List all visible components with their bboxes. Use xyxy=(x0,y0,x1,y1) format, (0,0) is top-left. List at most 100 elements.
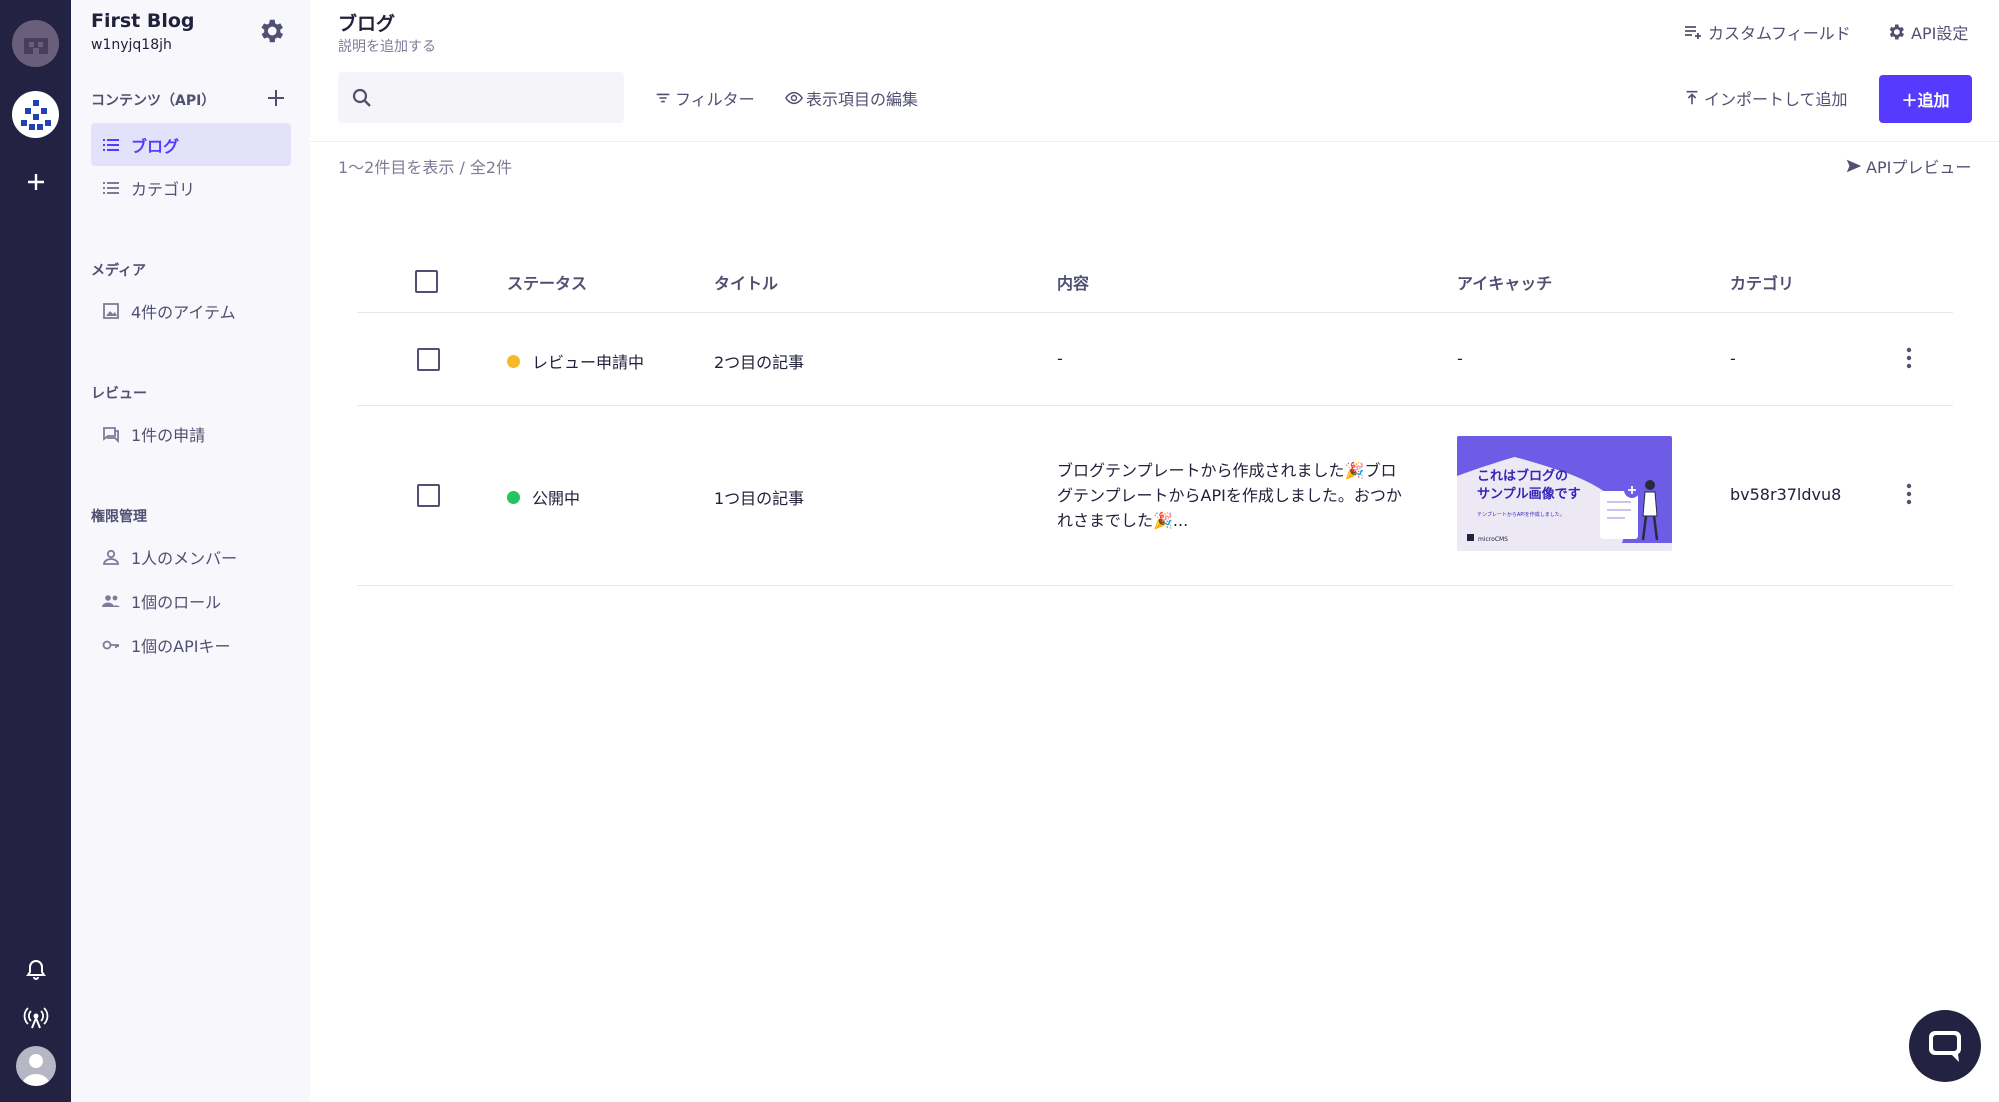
eyecatch-thumbnail[interactable]: これはブログの サンプル画像です テンプレートからAPIを作成しました。 mic… xyxy=(1457,436,1672,551)
status-dot xyxy=(507,490,520,504)
table-header: ステータス タイトル 内容 アイキャッチ カテゴリ xyxy=(357,248,1953,313)
person-icon xyxy=(103,549,119,565)
content-table: ステータス タイトル 内容 アイキャッチ カテゴリ レビュー申請中 2つ目の記事… xyxy=(357,248,1953,586)
api-preview-button[interactable]: APIプレビュー xyxy=(1845,154,1971,178)
column-header-status[interactable]: ステータス xyxy=(507,270,587,294)
column-header-content[interactable]: 内容 xyxy=(1057,270,1089,294)
title-cell: 2つ目の記事 xyxy=(714,353,805,372)
search-box xyxy=(338,72,624,123)
sidebar-item-label: ブログ xyxy=(131,136,180,156)
api-settings-link[interactable]: API設定 xyxy=(1886,20,1968,44)
section-contents-label: コンテンツ（API） xyxy=(91,93,216,109)
key-icon xyxy=(102,640,119,649)
chat-bubble-icon xyxy=(1929,1031,1961,1062)
header-divider xyxy=(310,141,1999,142)
sidebar-item-review[interactable]: 1件の申請 xyxy=(91,412,291,455)
import-button[interactable]: インポートして追加 xyxy=(1683,86,1848,110)
table-row[interactable]: レビュー申請中 2つ目の記事 - - - xyxy=(357,313,1953,406)
workspace-avatar-2[interactable] xyxy=(12,91,59,138)
section-review-label: レビュー xyxy=(91,386,147,402)
sidebar-item-members[interactable]: 1人のメンバー xyxy=(91,535,291,578)
sidebar-item-blog[interactable]: ブログ xyxy=(91,123,291,166)
status-cell: レビュー申請中 xyxy=(507,349,644,373)
add-content-button[interactable]: ＋追加 xyxy=(1879,75,1972,123)
project-title: First Blog xyxy=(91,10,195,32)
title-cell: 1つ目の記事 xyxy=(714,489,805,508)
eyecatch-heading-1: これはブログの xyxy=(1477,468,1568,484)
image-icon xyxy=(103,302,119,319)
chat-support-button[interactable] xyxy=(1909,1010,1981,1082)
filter-button[interactable]: フィルター xyxy=(654,86,755,110)
eyecatch-heading-2: サンプル画像です xyxy=(1477,486,1581,502)
content-cell: - xyxy=(1057,349,1063,368)
api-settings-label: API設定 xyxy=(1911,24,1969,43)
search-icon xyxy=(352,88,371,107)
content-cell: ブログテンプレートから作成されました🎉ブログテンプレートからAPIを作成しました… xyxy=(1057,461,1402,530)
sidebar-item-label: 1個のロール xyxy=(131,592,222,612)
status-label: レビュー申請中 xyxy=(532,353,645,372)
more-vert-icon[interactable] xyxy=(1905,482,1913,506)
eyecatch-image: これはブログの サンプル画像です テンプレートからAPIを作成しました。 mic… xyxy=(1457,436,1672,551)
sidebar-item-label: 1人のメンバー xyxy=(131,548,238,568)
eye-icon xyxy=(785,91,803,105)
filter-icon xyxy=(656,93,670,103)
column-header-eyecatch[interactable]: アイキャッチ xyxy=(1457,270,1552,294)
sidebar-item-label: 1個のAPIキー xyxy=(131,636,231,656)
edit-columns-button[interactable]: 表示項目の編集 xyxy=(785,86,918,110)
column-header-title[interactable]: タイトル xyxy=(714,270,778,294)
eyecatch-cell: - xyxy=(1457,349,1463,368)
category-cell: - xyxy=(1730,349,1736,368)
send-icon xyxy=(1846,159,1862,173)
api-preview-label: APIプレビュー xyxy=(1866,158,1972,177)
table-row[interactable]: 公開中 1つ目の記事 ブログテンプレートから作成されました🎉ブログテンプレートか… xyxy=(357,406,1953,586)
sidebar-item-roles[interactable]: 1個のロール xyxy=(91,579,291,622)
workspace-logo-icon xyxy=(23,37,48,54)
row-checkbox[interactable] xyxy=(417,348,440,371)
import-label: インポートして追加 xyxy=(1704,90,1848,109)
page-title: ブログ xyxy=(338,13,396,35)
add-service-button[interactable] xyxy=(12,158,59,205)
sidebar-item-media[interactable]: 4件のアイテム xyxy=(91,289,291,332)
settings-gear-icon[interactable] xyxy=(256,16,286,46)
status-cell: 公開中 xyxy=(507,485,580,509)
status-dot xyxy=(507,354,520,368)
eyecatch-brand: microCMS xyxy=(1478,536,1508,543)
project-id: w1nyjq18jh xyxy=(91,37,172,53)
bell-icon xyxy=(25,959,46,980)
add-api-icon[interactable] xyxy=(264,86,288,110)
select-all-checkbox[interactable] xyxy=(415,270,438,293)
section-permissions-label: 権限管理 xyxy=(91,509,147,525)
sidebar-item-category[interactable]: カテゴリ xyxy=(91,166,291,209)
status-label: 公開中 xyxy=(532,489,581,508)
add-description-link[interactable]: 説明を追加する xyxy=(338,36,436,56)
status-button[interactable] xyxy=(12,994,59,1041)
eyecatch-caption: テンプレートからAPIを作成しました。 xyxy=(1477,511,1565,518)
search-input[interactable] xyxy=(384,72,614,123)
list-icon xyxy=(103,138,119,151)
sidebar: First Blog w1nyjq18jh コンテンツ（API） ブログ カテゴ… xyxy=(71,0,310,1102)
custom-field-link[interactable]: カスタムフィールド xyxy=(1683,20,1851,44)
more-vert-icon[interactable] xyxy=(1905,346,1913,370)
custom-field-label: カスタムフィールド xyxy=(1708,24,1851,43)
sidebar-item-label: 4件のアイテム xyxy=(131,302,236,322)
category-cell: bv58r37ldvu8 xyxy=(1730,485,1842,504)
sidebar-item-api-keys[interactable]: 1個のAPIキー xyxy=(91,623,291,666)
notifications-button[interactable] xyxy=(12,946,59,993)
plus-icon xyxy=(27,173,44,190)
person-icon xyxy=(22,1054,50,1086)
result-count: 1〜2件目を表示 / 全2件 xyxy=(338,158,513,177)
gear-icon xyxy=(1889,24,1904,40)
row-checkbox[interactable] xyxy=(417,484,440,507)
workspace-logo-icon xyxy=(20,99,51,130)
people-icon xyxy=(102,594,120,607)
column-header-category[interactable]: カテゴリ xyxy=(1730,270,1794,294)
review-icon xyxy=(103,426,119,443)
list-icon xyxy=(103,181,119,194)
sidebar-item-label: カテゴリ xyxy=(131,179,196,199)
playlist-add-icon xyxy=(1685,26,1701,39)
workspace-avatar-1[interactable] xyxy=(12,20,59,67)
section-media-label: メディア xyxy=(91,263,147,279)
sidebar-item-label: 1件の申請 xyxy=(131,425,206,445)
user-avatar[interactable] xyxy=(16,1046,56,1086)
edit-columns-label: 表示項目の編集 xyxy=(806,90,919,109)
